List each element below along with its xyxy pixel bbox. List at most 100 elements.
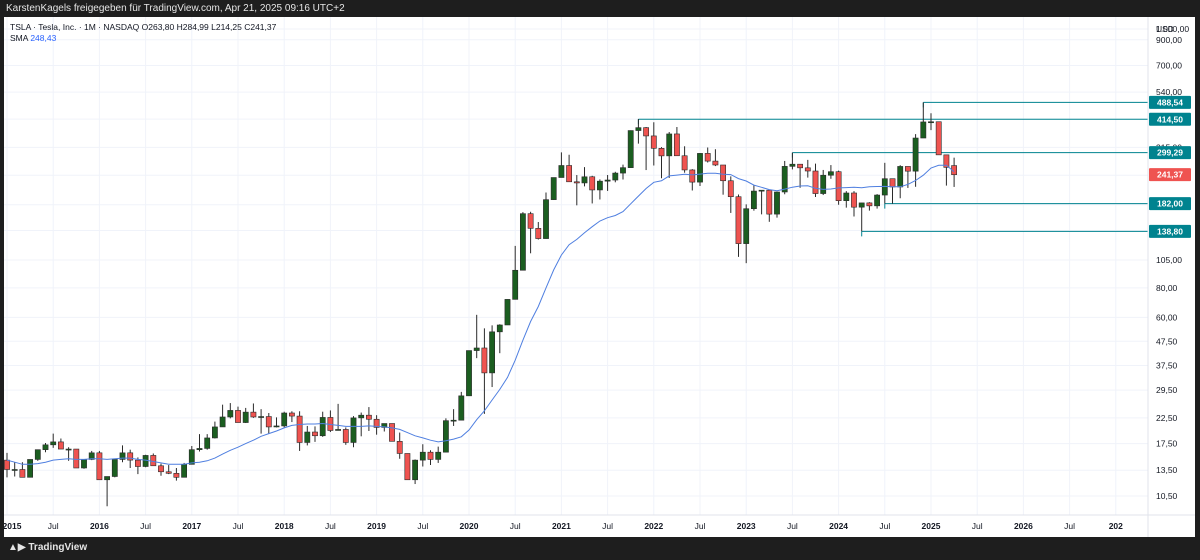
candle-down [589,176,596,191]
candle-up [781,166,788,193]
candle-down [889,178,896,188]
y-tick-label: 22,50 [1156,413,1178,423]
sma-line [6,164,955,465]
x-tick-label: Jul [787,521,798,531]
candle-up [519,213,526,271]
candle-up [774,191,780,215]
candle-up [504,299,511,326]
ohlc-values: O263,80 H284,99 L214,25 C241,37 [141,22,277,32]
candle-up [743,208,750,244]
x-tick-label: 2015 [4,521,22,531]
x-tick-label: 2024 [829,521,848,531]
candle-up [188,449,195,465]
x-tick-label: 2026 [1014,521,1033,531]
candle-up [196,448,203,450]
grid-lines [4,17,1148,515]
y-tick-label: 540,00 [1156,87,1182,97]
candle-up [604,179,611,182]
candle-up [319,417,326,437]
candle-down [73,448,80,469]
x-tick-label: Jul [602,521,613,531]
x-tick-label: 2017 [182,521,201,531]
candles [4,102,957,507]
x-tick-label: Jul [417,521,428,531]
candle-down [866,202,873,207]
candle-up [65,448,72,451]
candle-up [843,192,850,201]
price-label-text: 182,00 [1157,199,1183,209]
candle-up [435,451,442,460]
footer-bar: ▲▶ TradingView [0,537,1200,560]
candle-down [720,164,726,182]
candle-up [358,414,365,419]
candle-down [566,165,572,183]
candle-up [227,410,234,418]
candle-down [96,452,103,481]
candle-up [412,459,418,481]
tradingview-logo[interactable]: ▲▶ TradingView [8,542,87,553]
x-tick-label: 2018 [275,521,294,531]
candle-up [912,137,919,172]
candle-up [543,199,549,239]
candle-up [304,431,311,443]
candle-up [258,416,264,418]
candle-up [242,411,249,423]
time-axis-ticks: 2015 Jul 2016 Jul 2017 Jul 2018 Jul 2019 Jul 2020 J… [4,521,1123,531]
candle-up [219,416,226,428]
chart-panel[interactable]: USD 1.000,00900,00700,00540,00415,00315,… [4,17,1195,537]
x-tick-label: Jul [510,521,521,531]
candle-down [135,459,141,467]
candle-up [27,459,33,478]
candle-up [11,469,18,471]
candle-down [735,196,742,244]
candle-up [442,420,449,453]
x-tick-label: Jul [233,521,244,531]
candle-up [335,429,341,431]
candle-up [458,395,465,421]
x-tick-label: Jul [325,521,336,531]
y-tick-label: 700,00 [1156,61,1182,71]
price-axis-ticks: 1.000,00900,00700,00540,00415,00315,0024… [1156,24,1189,501]
y-tick-label: 80,00 [1156,283,1178,293]
candle-down [851,192,857,208]
y-tick-label: 900,00 [1156,35,1182,45]
candle-up [750,190,757,210]
x-tick-label: Jul [48,521,59,531]
horizontal-levels [637,101,1148,237]
x-tick-label: Jul [1064,521,1075,531]
x-tick-label: 2020 [460,521,479,531]
candle-down [704,153,711,162]
price-label-text: 299,29 [1157,148,1183,158]
candle-up [81,459,87,469]
candle-up [627,130,634,168]
candle-down [481,347,488,374]
candle-down [404,453,411,481]
sma-label: SMA [10,33,28,43]
candle-down [396,441,403,454]
x-tick-label: 202 [1109,521,1123,531]
candle-up [181,464,187,478]
price-label-text: 488,54 [1157,97,1183,107]
candle-down [689,169,696,183]
candle-down [904,166,911,172]
candle-down [573,181,580,184]
candlestick-chart[interactable]: USD 1.000,00900,00700,00540,00415,00315,… [4,17,1195,537]
candle-up [496,324,503,333]
candle-up [758,189,765,192]
candle-down [365,414,372,420]
candle-down [165,471,172,474]
candle-down [643,127,649,137]
candle-down [766,189,773,215]
shared-by-text: KarstenKagels freigegeben für TradingVie… [6,3,345,14]
candle-up [920,121,927,139]
candle-up [466,350,472,397]
share-header: KarstenKagels freigegeben für TradingVie… [0,0,1200,17]
candle-up [874,194,880,207]
candle-up [450,419,457,422]
x-tick-label: 2019 [367,521,386,531]
candle-down [173,473,180,478]
tradingview-icon: ▲▶ [8,542,29,553]
x-tick-label: Jul [879,521,890,531]
candle-up [512,269,519,300]
candle-up [827,171,834,176]
